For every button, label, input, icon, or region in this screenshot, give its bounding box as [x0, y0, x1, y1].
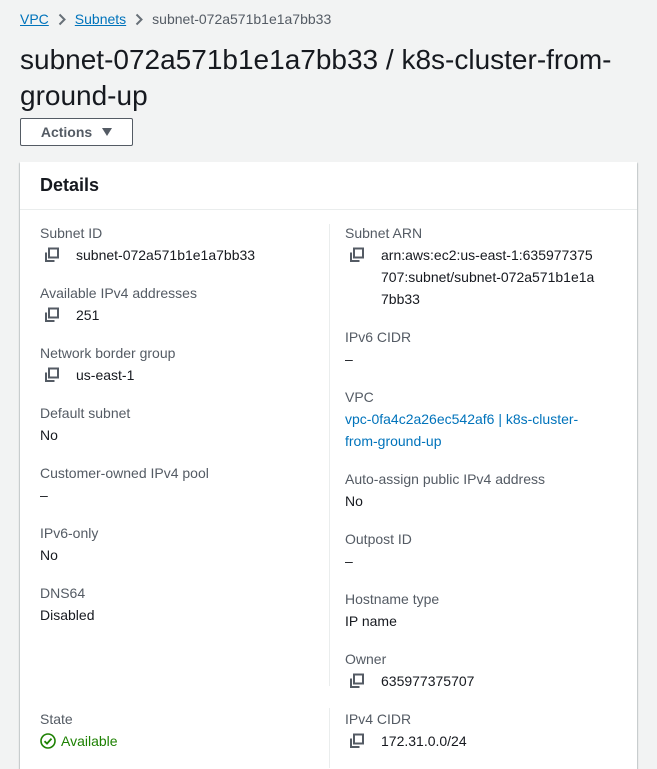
- field-value-row: No: [40, 424, 310, 446]
- actions-button-label: Actions: [40, 124, 93, 140]
- field-label: Network border group: [40, 345, 176, 361]
- field-subnet-id: Subnet ID subnet-072a571b1e1a7bb33: [40, 222, 310, 266]
- field-subnet-arn: Subnet ARN arn:aws:ec2:us-east-1:6359773…: [345, 222, 615, 310]
- details-panel: Details Subnet ID subnet-072a571b1e1a7bb…: [20, 162, 637, 769]
- field-label: Auto-assign public IPv4 address: [345, 471, 545, 487]
- details-panel-header: Details: [20, 162, 637, 210]
- available-ipv4-value: 251: [76, 307, 100, 323]
- hostname-type-value: IP name: [345, 613, 397, 629]
- field-value-row: –: [40, 484, 310, 506]
- field-owner: Owner 635977375707: [345, 648, 615, 692]
- field-value-row: IP name: [345, 610, 615, 632]
- caret-down-icon: [102, 128, 113, 136]
- field-label: IPv6 CIDR: [345, 329, 412, 345]
- field-label: Default subnet: [40, 405, 131, 421]
- ipv6-cidr-value: –: [345, 351, 353, 367]
- default-subnet-value: No: [40, 427, 58, 443]
- network-border-group-value: us-east-1: [76, 367, 135, 383]
- vpc-link[interactable]: vpc-0fa4c2a26ec542af6 | k8s-cluster-from…: [345, 408, 595, 452]
- copy-icon[interactable]: [349, 733, 365, 749]
- field-ipv6-only: IPv6-only No: [40, 522, 310, 566]
- column-divider: [329, 224, 330, 686]
- field-ipv4-cidr: IPv4 CIDR 172.31.0.0/24: [345, 708, 615, 752]
- field-value-row: 251: [40, 304, 310, 326]
- outpost-id-value: –: [345, 553, 353, 569]
- field-dns64: DNS64 Disabled: [40, 582, 310, 626]
- field-label: VPC: [345, 389, 374, 405]
- status-positive-icon: [40, 733, 56, 749]
- breadcrumb-vpc-link[interactable]: VPC: [20, 11, 49, 27]
- state-value: Available: [61, 733, 118, 749]
- field-hostname-type: Hostname type IP name: [345, 588, 615, 632]
- field-label: State: [40, 711, 73, 727]
- copy-icon[interactable]: [349, 247, 365, 263]
- copy-icon[interactable]: [44, 247, 60, 263]
- actions-button[interactable]: Actions: [20, 118, 133, 146]
- column-divider: [329, 708, 330, 768]
- field-value-row: No: [345, 490, 615, 512]
- field-default-subnet: Default subnet No: [40, 402, 310, 446]
- field-value-row: –: [345, 550, 615, 572]
- field-value-row: us-east-1: [40, 364, 310, 386]
- breadcrumb-subnets-link[interactable]: Subnets: [75, 11, 126, 27]
- field-label: Subnet ARN: [345, 225, 423, 241]
- ipv6-only-value: No: [40, 547, 58, 563]
- field-value-row: arn:aws:ec2:us-east-1:635977375707:subne…: [345, 244, 615, 310]
- field-value-row: 172.31.0.0/24: [345, 730, 615, 752]
- chevron-right-icon: [126, 13, 152, 26]
- breadcrumb: VPC Subnets subnet-072a571b1e1a7bb33: [20, 10, 331, 28]
- field-customer-owned-pool: Customer-owned IPv4 pool –: [40, 462, 310, 506]
- field-label: Subnet ID: [40, 225, 103, 241]
- field-label: IPv4 CIDR: [345, 711, 412, 727]
- status-indicator: Available: [40, 730, 310, 752]
- subnet-arn-value: arn:aws:ec2:us-east-1:635977375707:subne…: [381, 247, 595, 307]
- auto-assign-ipv4-value: No: [345, 493, 363, 509]
- subnet-id-value: subnet-072a571b1e1a7bb33: [76, 247, 256, 263]
- details-panel-title: Details: [40, 175, 100, 195]
- field-auto-assign-ipv4: Auto-assign public IPv4 address No: [345, 468, 615, 512]
- field-label: Outpost ID: [345, 531, 412, 547]
- field-value-row: Disabled: [40, 604, 310, 626]
- copy-icon[interactable]: [44, 307, 60, 323]
- field-vpc: VPC vpc-0fa4c2a26ec542af6 | k8s-cluster-…: [345, 386, 615, 452]
- field-label: Owner: [345, 651, 387, 667]
- field-label: Available IPv4 addresses: [40, 285, 197, 301]
- field-value-row: 635977375707: [345, 670, 615, 692]
- breadcrumb-current: subnet-072a571b1e1a7bb33: [152, 11, 332, 27]
- field-state: State Available: [40, 708, 310, 752]
- field-label: Hostname type: [345, 591, 440, 607]
- field-label: DNS64: [40, 585, 86, 601]
- field-ipv6-cidr: IPv6 CIDR –: [345, 326, 615, 370]
- copy-icon[interactable]: [44, 367, 60, 383]
- dns64-value: Disabled: [40, 607, 95, 623]
- field-value-row: No: [40, 544, 310, 566]
- field-value-row: subnet-072a571b1e1a7bb33: [40, 244, 310, 266]
- owner-value: 635977375707: [381, 673, 475, 689]
- customer-owned-pool-value: –: [40, 487, 48, 503]
- page-title: subnet-072a571b1e1a7bb33 / k8s-cluster-f…: [20, 44, 612, 111]
- ipv4-cidr-value: 172.31.0.0/24: [381, 733, 467, 749]
- field-value-row: –: [345, 348, 615, 370]
- field-label: Customer-owned IPv4 pool: [40, 465, 209, 481]
- chevron-right-icon: [49, 13, 75, 26]
- field-outpost-id: Outpost ID –: [345, 528, 615, 572]
- field-network-border-group: Network border group us-east-1: [40, 342, 310, 386]
- field-value-row: vpc-0fa4c2a26ec542af6 | k8s-cluster-from…: [345, 408, 615, 452]
- field-label: IPv6-only: [40, 525, 99, 541]
- field-available-ipv4: Available IPv4 addresses 251: [40, 282, 310, 326]
- copy-icon[interactable]: [349, 673, 365, 689]
